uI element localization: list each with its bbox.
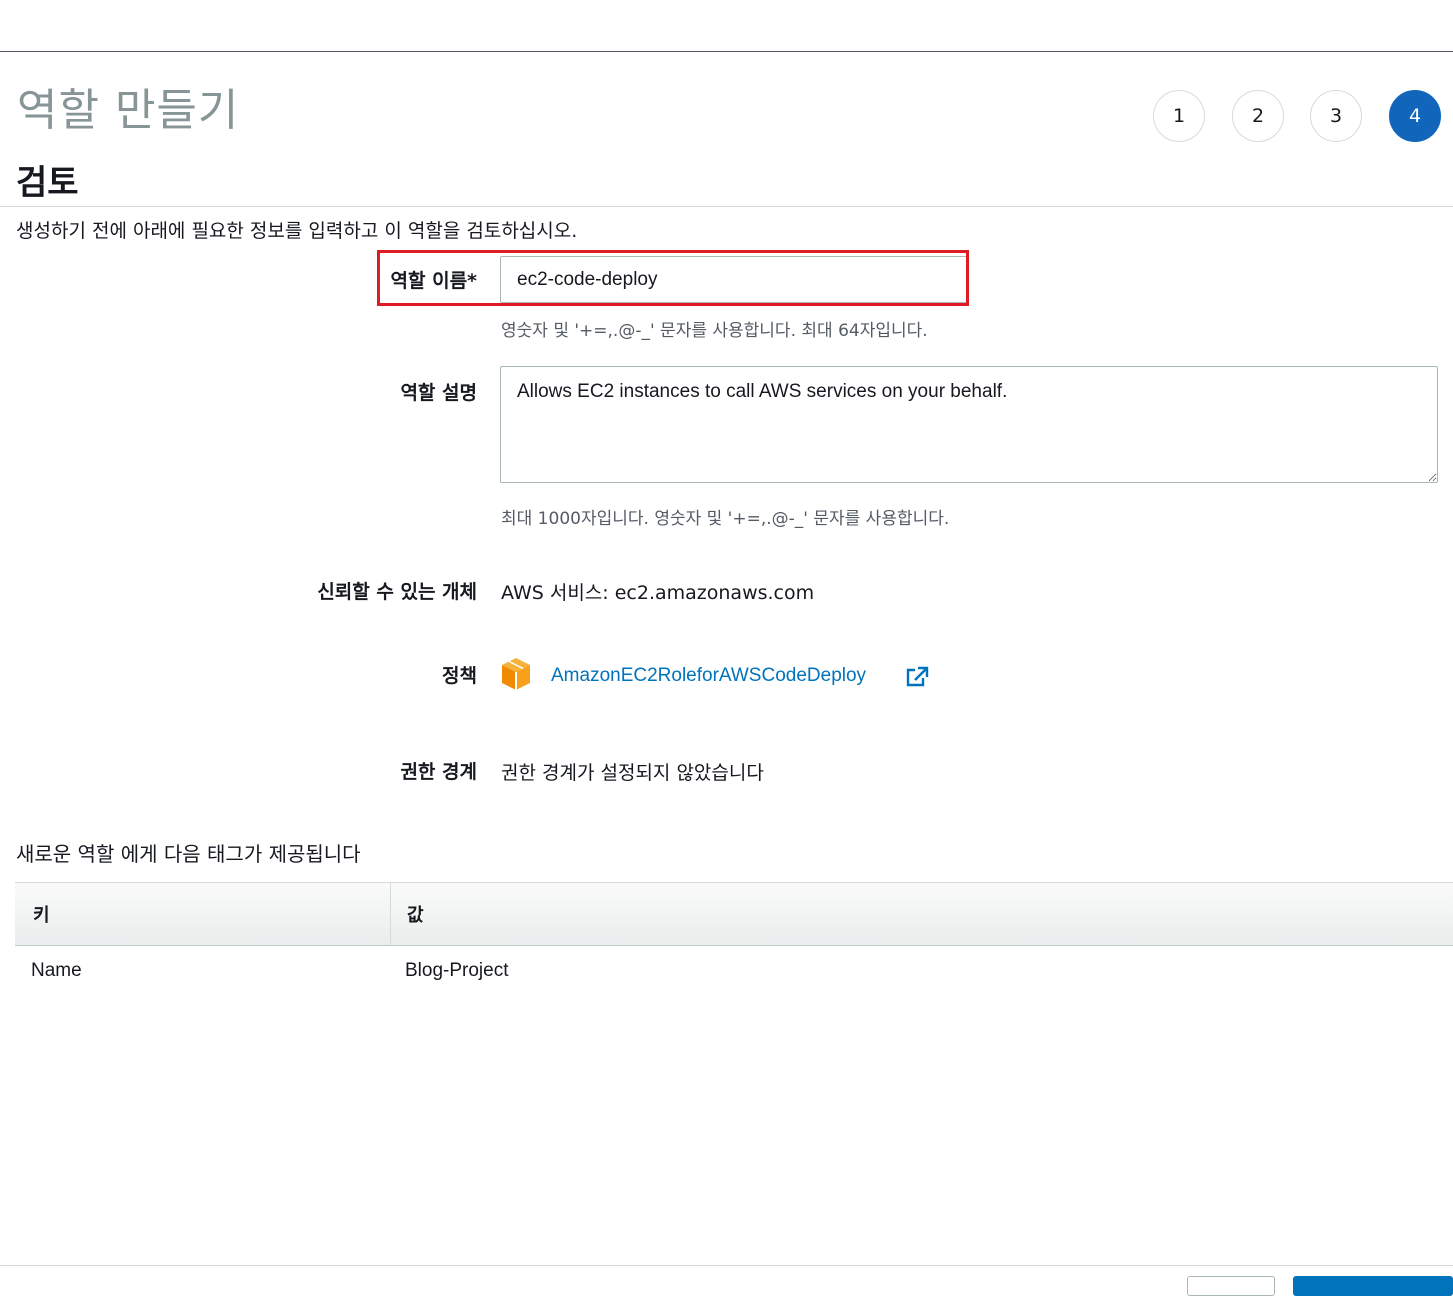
permissions-boundary-value: 권한 경계가 설정되지 않았습니다 (501, 762, 764, 784)
role-name-input[interactable] (500, 256, 968, 303)
column-header-key[interactable]: 키 (33, 883, 50, 945)
intro-text: 생성하기 전에 아래에 필요한 정보를 입력하고 이 역할을 검토하십시오. (16, 220, 578, 242)
trusted-entity-value: AWS 서비스: ec2.amazonaws.com (501, 582, 815, 604)
wizard-steps: 1 2 3 4 (0, 90, 1453, 144)
header-divider (0, 51, 1453, 52)
column-header-value[interactable]: 값 (407, 883, 424, 945)
tag-value-cell: Blog-Project (405, 960, 509, 981)
step-1[interactable]: 1 (1153, 90, 1205, 142)
section-title: 검토 (16, 163, 79, 203)
role-name-hint: 영숫자 및 '+=,.@-_' 문자를 사용합니다. 최대 64자입니다. (501, 321, 928, 341)
step-3[interactable]: 3 (1310, 90, 1362, 142)
policies-label: 정책 (442, 665, 477, 687)
external-link-icon[interactable] (905, 666, 929, 688)
footer-divider (0, 1265, 1453, 1266)
role-description-hint: 최대 1000자입니다. 영숫자 및 '+=,.@-_' 문자를 사용합니다. (501, 509, 950, 529)
trusted-entity-label: 신뢰할 수 있는 개체 (317, 581, 477, 603)
aws-managed-policy-icon (502, 658, 530, 690)
role-name-label: 역할 이름* (390, 270, 477, 292)
permissions-boundary-label: 권한 경계 (400, 761, 477, 783)
step-2[interactable]: 2 (1232, 90, 1284, 142)
section-divider (0, 206, 1453, 207)
policy-link[interactable]: AmazonEC2RoleforAWSCodeDeploy (551, 665, 866, 687)
role-description-label: 역할 설명 (400, 382, 477, 404)
tags-heading: 새로운 역할 에게 다음 태그가 제공됩니다 (16, 842, 361, 866)
tags-table-header: 키 값 (15, 882, 1453, 946)
cancel-button[interactable] (1187, 1276, 1275, 1296)
column-divider (390, 883, 391, 945)
role-description-textarea[interactable]: Allows EC2 instances to call AWS service… (500, 366, 1438, 483)
step-4-current[interactable]: 4 (1389, 90, 1441, 142)
create-role-button[interactable] (1293, 1276, 1453, 1296)
tag-key-cell: Name (31, 960, 82, 981)
